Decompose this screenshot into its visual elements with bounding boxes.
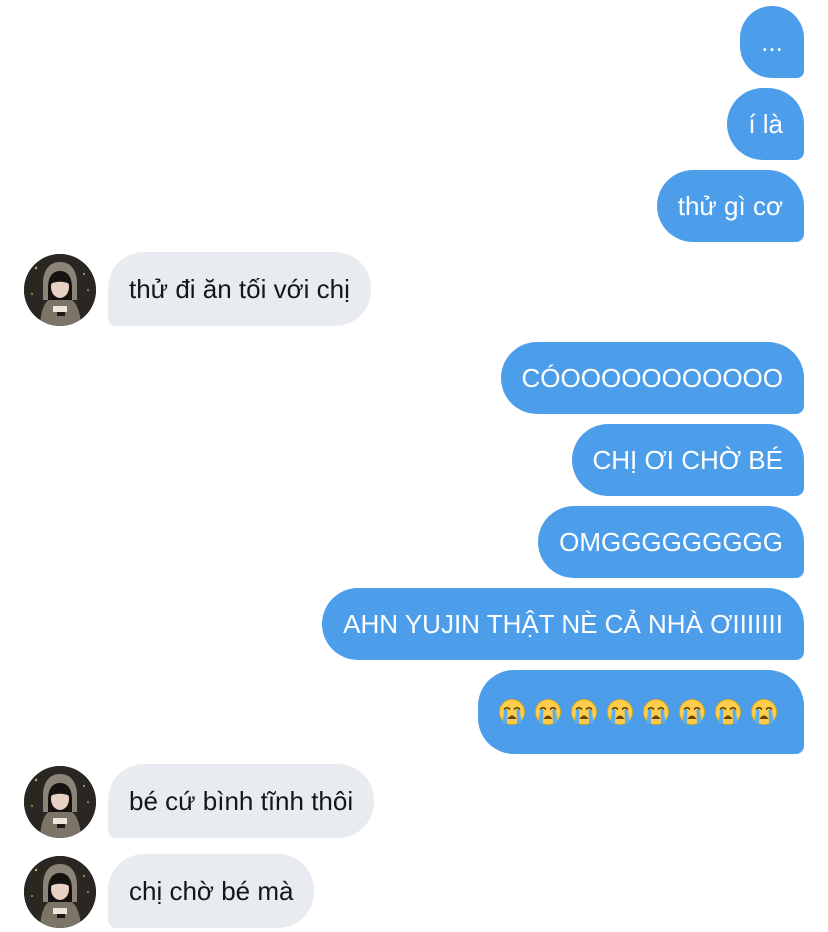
- message-text: thử gì cơ: [677, 191, 783, 221]
- user-avatar-photo-icon: [24, 254, 96, 326]
- loudly-crying-face-icon: [499, 699, 525, 725]
- message-text: chị chờ bé mà: [129, 876, 294, 906]
- avatar[interactable]: [24, 254, 96, 326]
- message-bubble-incoming[interactable]: chị chờ bé mà: [108, 854, 315, 928]
- message-bubble-outgoing[interactable]: ...: [740, 6, 804, 78]
- loudly-crying-face-icon: [535, 699, 561, 725]
- message-bubble-outgoing[interactable]: CÓOOOOOOOOOOO: [500, 342, 804, 414]
- message-bubble-outgoing[interactable]: OMGGGGGGGGG: [538, 506, 804, 578]
- avatar[interactable]: [24, 766, 96, 838]
- message-text: í là: [748, 109, 783, 139]
- message-bubble-outgoing[interactable]: CHỊ ƠI CHỜ BÉ: [571, 424, 804, 496]
- message-bubble-outgoing[interactable]: thử gì cơ: [656, 170, 804, 242]
- loudly-crying-face-icon: [679, 699, 705, 725]
- message-text: ...: [761, 27, 783, 57]
- message-text: CHỊ ƠI CHỜ BÉ: [592, 445, 784, 475]
- message-text: thử đi ăn tối với chị: [129, 274, 350, 304]
- message-bubble-incoming[interactable]: thử đi ăn tối với chị: [108, 252, 371, 326]
- message-bubble-outgoing[interactable]: í là: [727, 88, 804, 160]
- loudly-crying-face-icon: [715, 699, 741, 725]
- message-text: bé cứ bình tĩnh thôi: [129, 786, 354, 816]
- message-text: OMGGGGGGGGG: [559, 527, 783, 557]
- avatar[interactable]: [24, 856, 96, 928]
- message-text: CÓOOOOOOOOOOO: [521, 363, 783, 393]
- loudly-crying-face-icon: [607, 699, 633, 725]
- message-text: AHN YUJIN THẬT NÈ CẢ NHÀ ƠIIIIIII: [343, 609, 783, 639]
- loudly-crying-face-icon: [643, 699, 669, 725]
- user-avatar-photo-icon: [24, 766, 96, 838]
- message-bubble-incoming[interactable]: bé cứ bình tĩnh thôi: [108, 764, 375, 838]
- message-bubble-outgoing[interactable]: AHN YUJIN THẬT NÈ CẢ NHÀ ƠIIIIIII: [322, 588, 804, 660]
- user-avatar-photo-icon: [24, 856, 96, 928]
- loudly-crying-face-icon: [751, 699, 777, 725]
- message-bubble-outgoing-emoji[interactable]: [478, 670, 804, 754]
- loudly-crying-face-icon: [571, 699, 597, 725]
